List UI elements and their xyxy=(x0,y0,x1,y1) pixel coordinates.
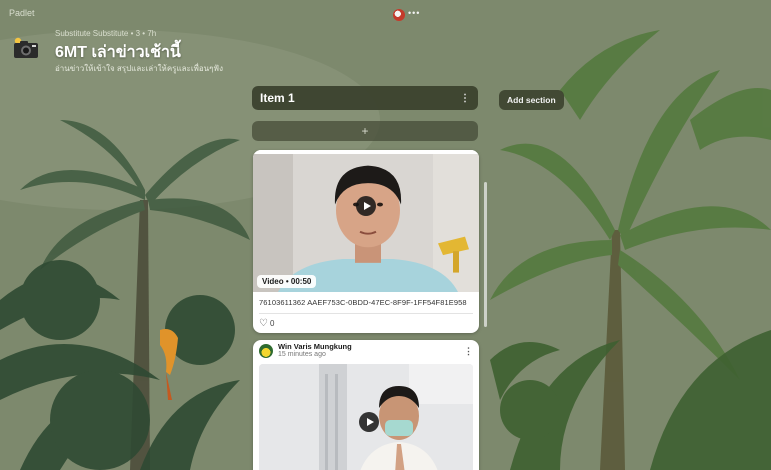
attachment-filename: 76103611362 AAEF753C-0BDD-47EC-8F9F-1FF5… xyxy=(259,298,467,307)
post-timestamp: 15 minutes ago xyxy=(278,351,326,359)
heart-icon[interactable]: ♡ xyxy=(259,318,268,329)
section-header[interactable]: Item 1 ⋮ xyxy=(252,86,478,110)
like-count: 0 xyxy=(269,319,275,328)
post-reactions: ♡ 0 xyxy=(253,314,479,333)
video-preview[interactable]: Video • 00:50 xyxy=(253,150,479,292)
video-preview[interactable] xyxy=(259,364,473,470)
add-post-button[interactable]: + xyxy=(252,121,478,141)
board-meta: Substitute Substitute • 3 • 7h xyxy=(55,29,157,38)
user-avatar[interactable] xyxy=(393,9,405,21)
board-description: อ่านข่าวให้เข้าใจ สรุปและเล่าให้ครูและเพ… xyxy=(55,64,223,73)
section-title: Item 1 xyxy=(260,91,295,105)
add-section-button[interactable]: Add section xyxy=(499,90,564,110)
post-more-icon[interactable]: ⋮ xyxy=(464,346,473,357)
play-icon[interactable] xyxy=(356,196,376,216)
more-icon[interactable]: ••• xyxy=(408,8,420,18)
video-duration-badge: Video • 00:50 xyxy=(257,275,317,288)
play-icon[interactable] xyxy=(359,412,379,432)
column-scrollbar[interactable] xyxy=(484,182,487,327)
section-more-icon[interactable]: ⋮ xyxy=(460,93,470,104)
app-logo[interactable]: Padlet xyxy=(9,8,35,18)
author-avatar[interactable] xyxy=(259,344,273,358)
camera-icon xyxy=(12,37,40,59)
post-author-row: Win Varis Mungkung 15 minutes ago ⋮ xyxy=(253,340,479,362)
post-card[interactable]: Video • 00:50 76103611362 AAEF753C-0BDD-… xyxy=(253,150,479,333)
post-card[interactable]: Win Varis Mungkung 15 minutes ago ⋮ xyxy=(253,340,479,470)
author-name: Win Varis Mungkung xyxy=(278,342,352,352)
video-thumbnail xyxy=(253,154,479,292)
